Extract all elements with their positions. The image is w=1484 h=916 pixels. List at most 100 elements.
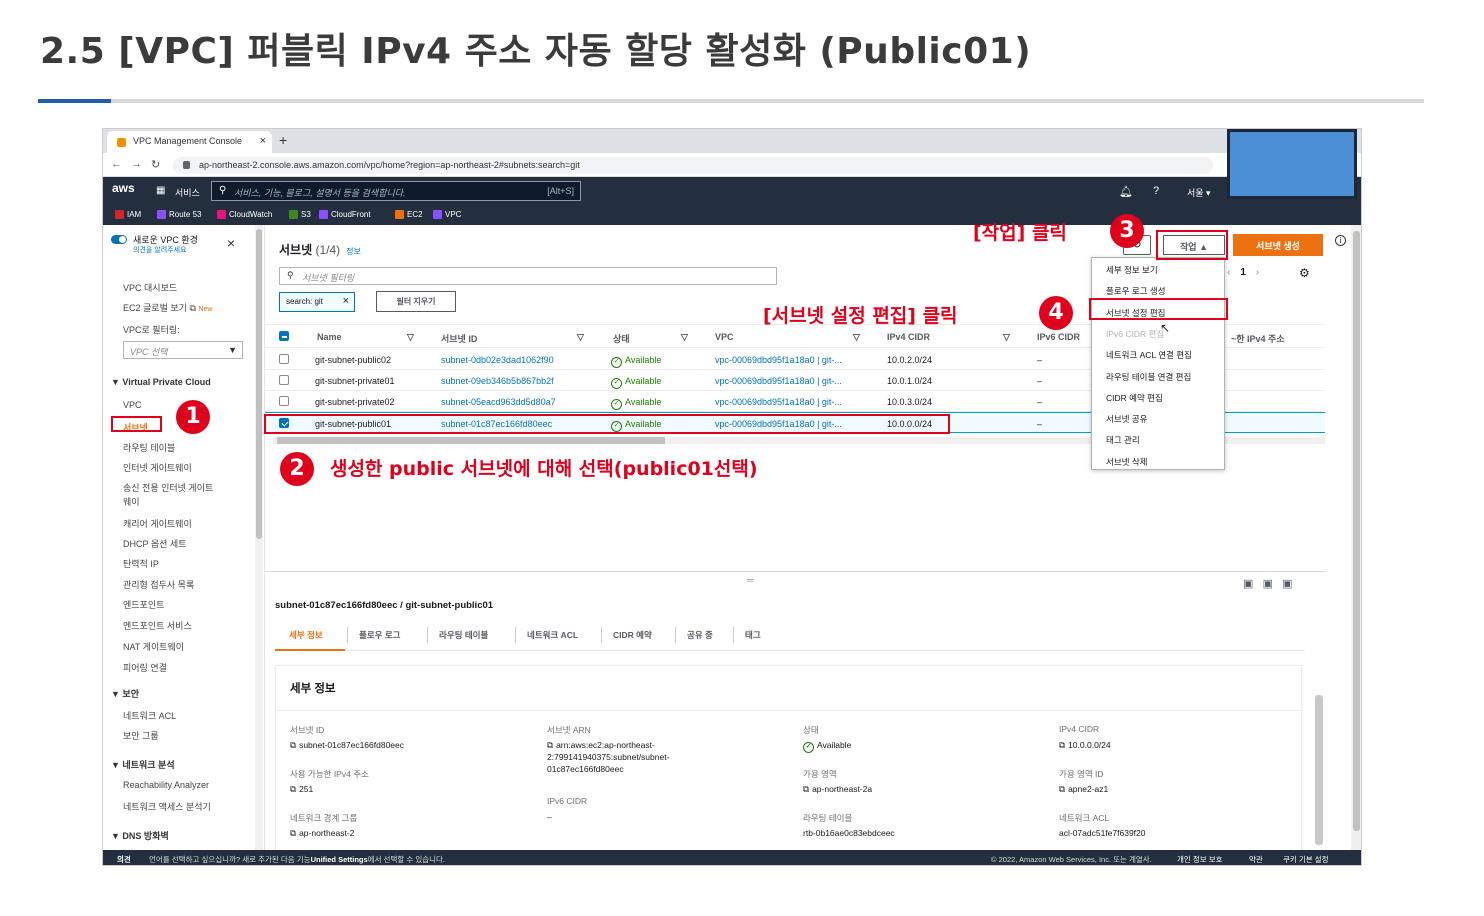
info-link[interactable]: 정보 xyxy=(346,247,361,256)
menu-item-9[interactable]: 서브넷 삭제 xyxy=(1106,456,1147,468)
detail-tab-3[interactable]: 네트워크 ACL xyxy=(527,629,578,641)
sort-cidr-icon[interactable]: ▽ xyxy=(1003,332,1010,343)
detail-tab-4[interactable]: CIDR 예약 xyxy=(613,629,652,641)
cell-id[interactable]: subnet-0db02e3dad1062f90 xyxy=(441,355,554,365)
create-subnet-button[interactable]: 서브넷 생성 xyxy=(1233,234,1323,256)
bookmark-route-53[interactable]: Route 53 xyxy=(157,210,201,219)
cookie-preferences-link[interactable]: 쿠키 기본 설정 xyxy=(1283,854,1329,865)
menu-item-1[interactable]: 플로우 로그 생성 xyxy=(1106,285,1165,297)
cell-vpc[interactable]: vpc-00069dbd95f1a18a0 | git-... xyxy=(715,397,842,407)
notification-bell-icon[interactable]: 🔔︎ xyxy=(1119,185,1133,198)
cell-id[interactable]: subnet-05eacd963dd5d80a7 xyxy=(441,397,556,407)
col-vpc[interactable]: VPC xyxy=(715,332,734,342)
sort-id-icon[interactable]: ▽ xyxy=(577,332,584,343)
unified-settings-link[interactable]: Unified Settings xyxy=(311,855,368,864)
select-all-checkbox[interactable] xyxy=(279,331,289,341)
close-panel-icon[interactable]: × xyxy=(227,235,235,251)
cell-id[interactable]: subnet-09eb346b5b867bb2f xyxy=(441,376,554,386)
sort-name-icon[interactable]: ▽ xyxy=(407,332,414,343)
footer-feedback-link[interactable]: 의견 xyxy=(117,854,131,865)
new-tab-icon[interactable]: + xyxy=(279,132,287,148)
menu-item-5[interactable]: 라우팅 테이블 연결 편집 xyxy=(1106,371,1191,383)
sidebar-item-reachability[interactable]: Reachability Analyzer xyxy=(123,780,209,790)
arn-value-1[interactable]: arn:aws:ec2:ap-northeast- xyxy=(547,740,655,752)
row-checkbox[interactable] xyxy=(279,354,289,364)
split-divider[interactable] xyxy=(265,571,1325,572)
col-subnet-id[interactable]: 서브넷 ID xyxy=(441,332,477,345)
col-ipv4-cidr[interactable]: IPv4 CIDR xyxy=(887,332,930,342)
url-field[interactable]: ap-northeast-2.console.aws.amazon.com/vp… xyxy=(173,157,1213,174)
privacy-link[interactable]: 개인 정보 보호 xyxy=(1177,854,1223,865)
sidebar-item-vpc-7[interactable]: DHCP 옵션 세트 xyxy=(123,537,186,550)
help-icon[interactable]: ? xyxy=(1153,185,1159,197)
sidebar-item-vpc-12[interactable]: NAT 게이트웨이 xyxy=(123,640,184,653)
feedback-link[interactable]: 의견을 알려주세요 xyxy=(133,245,186,255)
next-page-icon[interactable]: › xyxy=(1256,267,1259,278)
sidebar-item-vpc-10[interactable]: 엔드포인트 xyxy=(123,598,164,611)
panel-bottom-icon[interactable]: ▣ xyxy=(1243,578,1253,590)
bookmark-s3[interactable]: S3 xyxy=(289,210,311,219)
detail-tab-5[interactable]: 공유 중 xyxy=(687,629,713,641)
menu-item-6[interactable]: CIDR 예약 편집 xyxy=(1106,392,1163,404)
sort-state-icon[interactable]: ▽ xyxy=(681,332,688,343)
info-icon[interactable]: i xyxy=(1335,235,1346,246)
sidebar-item-vpc-6[interactable]: 캐리어 게이트웨이 xyxy=(123,517,192,530)
new-vpc-toggle[interactable] xyxy=(111,235,127,244)
col-state[interactable]: 상태 xyxy=(613,332,630,345)
services-menu[interactable]: 서비스 xyxy=(175,186,200,199)
sidebar-item-vpc-0[interactable]: VPC xyxy=(123,400,142,410)
section-network-analysis[interactable]: ▼ 네트워크 분석 xyxy=(111,758,175,771)
sidebar-item-network-acl[interactable]: 네트워크 ACL xyxy=(123,709,176,722)
section-dns-firewall[interactable]: ▼ DNS 방화벽 xyxy=(111,829,169,842)
row-checkbox[interactable] xyxy=(279,375,289,385)
sidebar-item-vpc-8[interactable]: 탄력적 IP xyxy=(123,557,159,570)
sidebar-item-vpc-2[interactable]: 라우팅 테이블 xyxy=(123,441,175,454)
detail-scrollbar[interactable] xyxy=(1315,695,1323,845)
clear-filter-button[interactable]: 필터 지우기 xyxy=(376,291,456,312)
col-name[interactable]: Name xyxy=(317,332,342,342)
network-acl-link[interactable]: acl-07adc51fe7f639f20 xyxy=(1059,828,1146,840)
bookmark-ec2[interactable]: EC2 xyxy=(395,210,423,219)
remove-token-icon[interactable]: × xyxy=(343,295,349,307)
subnet-id-value[interactable]: subnet-01c87ec166fd80eec xyxy=(290,740,404,752)
prev-page-icon[interactable]: ‹ xyxy=(1227,267,1230,278)
table-hscroll-thumb[interactable] xyxy=(277,437,665,444)
route-table-link[interactable]: rtb-0b16ae0c83ebdceec xyxy=(803,828,895,840)
bookmark-vpc[interactable]: VPC xyxy=(433,210,461,219)
bookmark-cloudfront[interactable]: CloudFront xyxy=(319,210,371,219)
bookmark-iam[interactable]: IAM xyxy=(115,210,141,219)
sidebar-item-ec2-global[interactable]: EC2 글로벌 보기 ⧉ New xyxy=(123,301,212,314)
sidebar-item-vpc-9[interactable]: 관리형 접두사 목록 xyxy=(123,578,194,591)
col-available-ipv4[interactable]: ~한 IPv4 주소 xyxy=(1231,332,1285,345)
detail-tab-0[interactable]: 세부 정보 xyxy=(289,629,323,641)
col-ipv6-cidr[interactable]: IPv6 CIDR xyxy=(1037,332,1080,342)
detail-tab-2[interactable]: 라우팅 테이블 xyxy=(439,629,488,641)
menu-item-4[interactable]: 네트워크 ACL 연결 편집 xyxy=(1106,349,1192,361)
page-scrollbar[interactable] xyxy=(1351,225,1361,851)
forward-icon[interactable]: → xyxy=(131,158,142,170)
section-virtual-private-cloud[interactable]: ▼ Virtual Private Cloud xyxy=(111,377,211,387)
row-checkbox[interactable] xyxy=(279,396,289,406)
reload-icon[interactable]: ↻ xyxy=(151,158,160,171)
back-icon[interactable]: ← xyxy=(111,158,122,170)
menu-item-0[interactable]: 세부 정보 보기 xyxy=(1106,264,1158,276)
cell-vpc[interactable]: vpc-00069dbd95f1a18a0 | git-... xyxy=(715,355,842,365)
terms-link[interactable]: 약관 xyxy=(1249,854,1263,865)
sort-vpc-icon[interactable]: ▽ xyxy=(853,332,860,343)
sidebar-item-security-groups[interactable]: 보안 그룹 xyxy=(123,729,159,742)
close-tab-icon[interactable]: × xyxy=(260,135,266,147)
menu-item-7[interactable]: 서브넷 공유 xyxy=(1106,413,1147,425)
services-grid-icon[interactable]: ▦ xyxy=(156,185,165,196)
menu-item-8[interactable]: 태그 관리 xyxy=(1106,434,1140,446)
aws-logo[interactable]: aws xyxy=(112,181,135,195)
sidebar-item-vpc-5[interactable]: 웨이 xyxy=(123,495,140,508)
region-selector[interactable]: 서울 ▾ xyxy=(1187,186,1211,199)
panel-full-icon[interactable]: ▣ xyxy=(1282,578,1292,590)
sidebar-item-vpc-11[interactable]: 엔드포인트 서비스 xyxy=(123,619,192,632)
split-drag-handle-icon[interactable]: ═ xyxy=(747,575,753,585)
detail-tab-1[interactable]: 플로우 로그 xyxy=(359,629,400,641)
sidebar-scrollbar[interactable] xyxy=(255,225,263,851)
panel-side-icon[interactable]: ▣ xyxy=(1263,578,1273,590)
subnet-filter-input[interactable]: ⚲ 서브넷 필터링 xyxy=(279,267,777,285)
bookmark-cloudwatch[interactable]: CloudWatch xyxy=(217,210,272,219)
